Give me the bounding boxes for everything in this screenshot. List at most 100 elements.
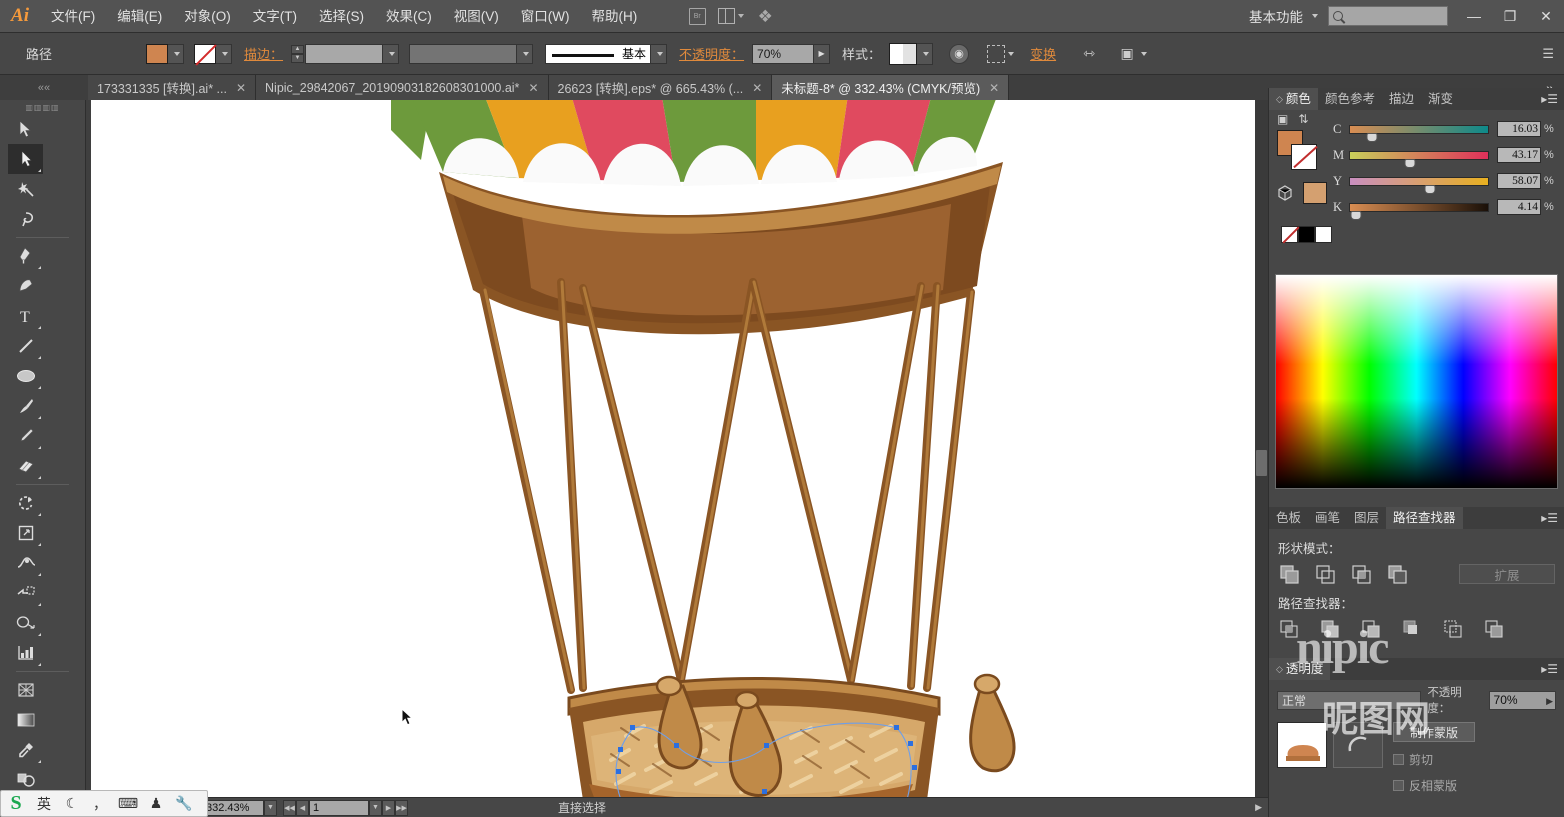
tool-flyout-indicator[interactable]: [38, 326, 41, 329]
close-icon[interactable]: ✕: [236, 81, 246, 95]
tab-stroke[interactable]: 描边: [1381, 88, 1421, 110]
opacity-dropdown[interactable]: ▶: [814, 43, 831, 64]
opacity-mask-icon[interactable]: ◉: [949, 43, 970, 64]
person-icon[interactable]: ♟: [143, 792, 169, 816]
web-safe-color-swatch[interactable]: [1303, 182, 1327, 204]
tab-gradient[interactable]: 渐变: [1420, 88, 1460, 110]
tool-flyout-indicator[interactable]: [38, 513, 41, 516]
tool-flyout-indicator[interactable]: [38, 386, 41, 389]
panel-menu-icon[interactable]: ▸☰: [1541, 511, 1558, 525]
document-tab-2[interactable]: 26623 [转换].eps* @ 665.43% (... ✕: [548, 75, 773, 100]
moon-icon[interactable]: ☾: [59, 792, 85, 816]
channel-value-y[interactable]: 58.07: [1497, 173, 1541, 189]
menu-help[interactable]: 帮助(H): [580, 0, 648, 33]
stepper-up-icon[interactable]: ▲: [291, 44, 305, 54]
paintbrush-tool[interactable]: [8, 391, 43, 421]
fill-color-control[interactable]: [146, 43, 185, 64]
wrench-icon[interactable]: 🔧: [171, 792, 197, 816]
document-tab-0[interactable]: 173331335 [转换].ai* ... ✕: [88, 75, 257, 100]
next-artboard-button[interactable]: ▶: [382, 799, 395, 816]
slider-track-c[interactable]: [1349, 124, 1489, 142]
tool-flyout-indicator[interactable]: [38, 633, 41, 636]
channel-value-c[interactable]: 16.03: [1497, 121, 1541, 137]
tool-flyout-indicator[interactable]: [38, 356, 41, 359]
divide-button[interactable]: [1278, 618, 1300, 640]
tab-swatches[interactable]: 色板: [1269, 507, 1309, 529]
tool-flyout-indicator[interactable]: [38, 603, 41, 606]
canvas-area[interactable]: [86, 100, 1268, 800]
slider-track-m[interactable]: [1349, 150, 1489, 168]
clip-checkbox[interactable]: [1393, 754, 1404, 765]
play-icon[interactable]: ▶: [1546, 696, 1553, 707]
tool-flyout-indicator[interactable]: [38, 169, 41, 172]
search-input[interactable]: [1328, 6, 1448, 26]
shape-builder-tool[interactable]: [8, 578, 43, 608]
tool-flyout-indicator[interactable]: [38, 573, 41, 576]
variable-width-dropdown[interactable]: [517, 43, 534, 64]
pencil-tool[interactable]: [8, 421, 43, 451]
exclude-button[interactable]: [1386, 563, 1408, 585]
previous-artboard-button[interactable]: ◀: [296, 799, 309, 816]
width-tool[interactable]: [8, 548, 43, 578]
selection-tool[interactable]: [8, 114, 43, 144]
tab-brushes[interactable]: 画笔: [1308, 507, 1348, 529]
lasso-tool[interactable]: [8, 204, 43, 234]
window-restore-button[interactable]: ❐: [1492, 4, 1528, 28]
slider-knob-c[interactable]: [1366, 132, 1378, 142]
color-stroke-swatch-none[interactable]: [1291, 144, 1317, 170]
tab-bar-collapse-icon[interactable]: ««: [0, 75, 88, 100]
arrange-documents-icon[interactable]: [718, 5, 745, 27]
panel-menu-icon[interactable]: ☰: [1542, 46, 1554, 62]
window-close-button[interactable]: ✕: [1528, 4, 1564, 28]
current-tool-label[interactable]: 直接选择: [558, 799, 606, 816]
brush-definition-dropdown[interactable]: [651, 43, 668, 64]
opacity-value-input[interactable]: 70% ▶: [1488, 690, 1556, 710]
minus-back-button[interactable]: [1483, 618, 1505, 640]
tab-color-guide[interactable]: 颜色参考: [1317, 88, 1382, 110]
fill-dropdown-button[interactable]: [168, 43, 185, 64]
comma-icon[interactable]: ，: [87, 792, 113, 816]
close-icon[interactable]: ✕: [752, 81, 762, 95]
stroke-swatch-none[interactable]: [194, 43, 217, 64]
status-chevron-icon[interactable]: ▶: [1255, 802, 1262, 813]
graphic-style-dropdown[interactable]: [917, 42, 934, 65]
menu-edit[interactable]: 编辑(E): [106, 0, 173, 33]
slider-track-y[interactable]: [1349, 176, 1489, 194]
black-swatch[interactable]: [1298, 226, 1315, 243]
tab-color[interactable]: ◇ 颜色: [1269, 88, 1318, 110]
last-artboard-button[interactable]: ▶▶: [395, 799, 408, 816]
intersect-button[interactable]: [1350, 563, 1372, 585]
scale-tool[interactable]: [8, 518, 43, 548]
stroke-weight-stepper[interactable]: ▲ ▼: [291, 44, 305, 63]
tab-transparency[interactable]: ◇ 透明度: [1269, 658, 1331, 680]
graphic-style-swatch[interactable]: [889, 42, 918, 65]
menu-effect[interactable]: 效果(C): [375, 0, 443, 33]
window-minimize-button[interactable]: —: [1456, 4, 1492, 28]
type-tool[interactable]: T: [8, 301, 43, 331]
curvature-tool[interactable]: [8, 271, 43, 301]
tool-flyout-indicator[interactable]: [38, 446, 41, 449]
tool-flyout-indicator[interactable]: [38, 663, 41, 666]
opacity-input[interactable]: 70%: [752, 43, 815, 64]
eyedropper-tool[interactable]: [8, 735, 43, 765]
tool-flyout-indicator[interactable]: [38, 476, 41, 479]
menu-select[interactable]: 选择(S): [308, 0, 375, 33]
minus-front-button[interactable]: [1314, 563, 1336, 585]
stepper-down-icon[interactable]: ▼: [291, 53, 305, 63]
outline-button[interactable]: [1442, 618, 1464, 640]
fill-stroke-proxy-icon[interactable]: ▣: [1277, 112, 1288, 126]
tool-flyout-indicator[interactable]: [38, 266, 41, 269]
gradient-tool[interactable]: [8, 705, 43, 735]
menu-view[interactable]: 视图(V): [443, 0, 510, 33]
invert-mask-checkbox[interactable]: [1393, 780, 1404, 791]
artboard[interactable]: [91, 100, 1257, 800]
perspective-grid-tool[interactable]: [8, 608, 43, 638]
column-graph-tool[interactable]: [8, 638, 43, 668]
first-artboard-button[interactable]: ◀◀: [283, 799, 296, 816]
transform-label[interactable]: 变换: [1030, 44, 1056, 63]
bridge-icon[interactable]: Br: [684, 5, 710, 27]
stroke-dropdown-button[interactable]: [216, 43, 233, 64]
artboard-number-input[interactable]: 1: [309, 799, 369, 816]
invert-mask-checkbox-row[interactable]: 反相蒙版: [1393, 777, 1475, 794]
document-tab-3[interactable]: 未标题-8* @ 332.43% (CMYK/预览) ✕: [772, 75, 1010, 100]
